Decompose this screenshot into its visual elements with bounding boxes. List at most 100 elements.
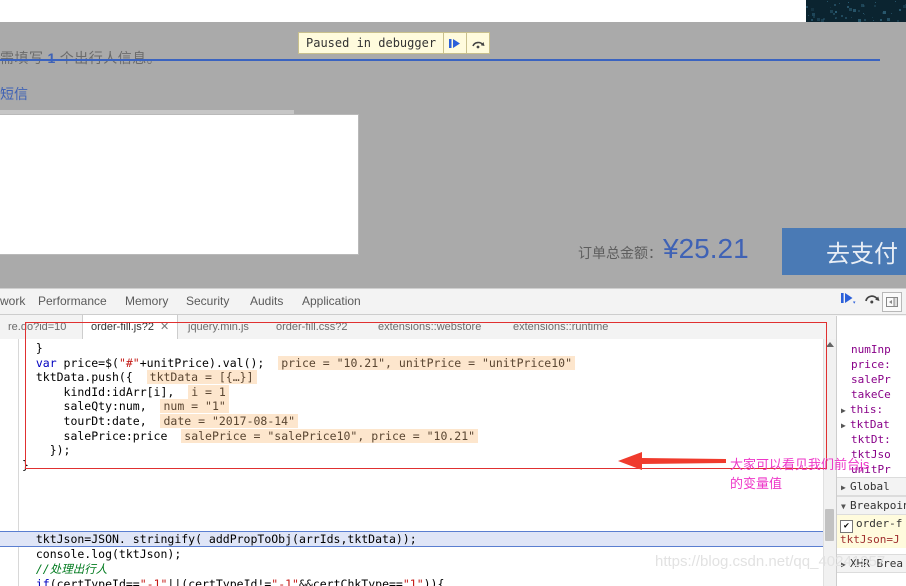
tab-security[interactable]: Security [186,289,229,314]
scope-variable-row[interactable]: ▶this: [837,402,906,417]
dock-panel-icon[interactable] [882,292,902,312]
source-scrollbar[interactable] [823,339,836,586]
code-token: "#" [119,356,140,370]
code-token: +unitPrice).val(); [140,356,265,370]
code-line: }); [22,443,836,458]
devtools-panel: work Performance Memory Security Audits Appli… [0,288,906,586]
chevron-right-icon: ▶ [841,479,850,496]
code-line [22,516,836,531]
notice-count: 1 [44,50,60,66]
code-token: kindId:idArr[i], [22,385,174,399]
scope-variable-name: takeCe [851,388,891,401]
variable-value-hint: date = "2017-08-14" [160,414,298,428]
section-divider [0,59,880,61]
file-tab-re-do-id-10[interactable]: re.do?id=10 [0,315,74,339]
file-tab-order-fill-js-2[interactable]: order-fill.js?2 ✕ [82,315,178,339]
file-tab-extensions-webstore[interactable]: extensions::webstore [370,315,489,339]
code-token: } [22,458,29,472]
order-total-label: 订单总金额： [578,243,662,263]
step-over-icon[interactable] [864,291,881,309]
scope-variable-row[interactable]: tktJso [837,447,906,462]
code-line: kindId:idArr[i], i = 1 [22,385,836,400]
chevron-right-icon[interactable]: ▶ [841,403,850,418]
tab-work[interactable]: work [0,289,25,314]
hero-banner-image [806,0,906,22]
code-token: var [22,356,64,370]
tab-label: Memory [125,294,168,308]
breakpoint-snippet: tktJson=J [840,533,904,546]
file-tab-order-fill-css-2[interactable]: order-fill.css?2 [268,315,356,339]
file-tab-jquery-min-js[interactable]: jquery.min.js [180,315,257,339]
code-line [22,472,836,487]
notice-suffix: 个出行人信息。 [60,50,162,66]
scope-variable-name: salePr [851,373,891,386]
resume-icon[interactable] [443,33,466,53]
scope-variable-name: tktDt: [851,433,891,446]
current-execution-line: tktJson=JSON. stringify( addPropToObj(ar… [0,531,836,548]
variable-value-hint: i = 1 [188,385,229,399]
variable-value-hint: tktData = [{…}] [147,370,257,384]
tab-audits[interactable]: Audits [250,289,283,314]
variable-value-hint: num = "1" [160,399,228,413]
breakpoint-checkbox[interactable]: ✔ [840,520,853,533]
code-line [22,502,836,517]
scope-variable-row[interactable]: tktDt: [837,432,906,447]
tab-label: Security [186,294,229,308]
file-tab-label: extensions::runtime [513,321,608,333]
scope-variable-row[interactable]: salePr [837,372,906,387]
notice-prefix: 需填写 [0,50,44,66]
debugger-controls [840,291,881,309]
code-token: }); [22,443,70,457]
pay-button[interactable]: 去支付 [782,228,906,275]
devtools-tabbar: work Performance Memory Security Audits Appli… [0,289,906,315]
tab-memory[interactable]: Memory [125,289,168,314]
breakpoint-file: order-f [856,517,902,530]
gutter-divider [18,339,19,586]
sms-label: 短信 [0,84,28,104]
tab-label: Audits [250,294,283,308]
tab-label: Application [302,294,361,308]
code-line: tourDt:date, date = "2017-08-14" [22,414,836,429]
code-token: tktData.push({ [22,370,133,384]
tab-application[interactable]: Application [302,289,361,314]
scope-variable-name: this: [850,403,883,416]
code-token: price=$( [64,356,119,370]
breakpoint-item[interactable]: ✔order-f tktJson=J [837,515,906,548]
code-token: } [22,341,43,355]
breakpoints-label: Breakpoints [850,499,906,512]
scrollbar-thumb[interactable] [825,509,834,541]
global-label: Global [850,480,890,493]
code-token: tktJson=JSON. stringify( addPropToObj(ar… [22,532,417,546]
scope-variable-row[interactable]: unitPr [837,462,906,477]
scope-variable-row[interactable]: price: [837,357,906,372]
xhr-label: XHR Brea [850,557,903,570]
code-line: saleQty:num, num = "1" [22,399,836,414]
chevron-right-icon: ▶ [841,556,850,573]
chevron-right-icon[interactable]: ▶ [841,418,850,433]
xhr-breakpoints-section[interactable]: ▶XHR Brea [837,554,906,573]
chevron-down-icon: ▼ [841,498,850,515]
scope-variable-name: price: [851,358,891,371]
code-comment: //处理出行人 [22,562,107,576]
passenger-form-card[interactable] [0,114,359,255]
scope-variable-row[interactable]: takeCe [837,387,906,402]
source-file-tabbar: re.do?id=10 order-fill.js?2 ✕ jquery.min.js… [0,315,906,340]
tab-label: work [0,294,25,308]
tab-label: Performance [38,294,107,308]
close-icon[interactable]: ✕ [160,321,169,333]
scroll-up-arrow-icon[interactable] [826,342,834,347]
file-tab-label: order-fill.js?2 [91,321,154,333]
step-over-icon[interactable] [466,33,489,53]
tab-performance[interactable]: Performance [38,289,107,314]
breakpoints-section-header[interactable]: ▼Breakpoints [837,496,906,515]
variable-value-hint: price = "10.21", unitPrice = "unitPrice1… [278,356,575,370]
variable-value-hint: salePrice = "salePrice10", price = "10.2… [181,429,478,443]
scope-variables-list: numInpprice:salePrtakeCe▶this: ▶tktDattk… [837,316,906,477]
scope-section-global[interactable]: ▶Global [837,477,906,496]
file-tab-extensions-runtime[interactable]: extensions::runtime [505,315,616,339]
resume-icon[interactable] [840,291,856,309]
scope-variable-name: numInp [851,343,891,356]
scope-variable-row[interactable]: numInp [837,342,906,357]
scope-variable-row[interactable]: ▶tktDat [837,417,906,432]
source-code-pane[interactable]: } var price=$("#"+unitPrice).val(); pric… [0,339,836,586]
